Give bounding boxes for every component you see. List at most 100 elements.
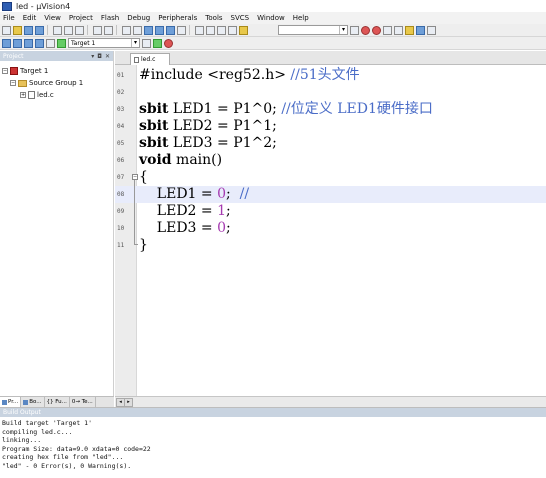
code-editor[interactable]: 01 #include <reg52.h> //51头文件 02 03 sbit… bbox=[115, 65, 546, 396]
tab-project[interactable]: Pr... bbox=[0, 397, 22, 407]
build-output-header: Build Output bbox=[0, 408, 546, 417]
tab-functions-label: {} Fu... bbox=[46, 399, 67, 405]
code-line-current[interactable]: 08 LED1 = 0; // bbox=[115, 186, 546, 203]
code-line[interactable]: 10 LED3 = 0; bbox=[115, 220, 546, 237]
breakpoint-icon[interactable] bbox=[372, 25, 381, 35]
keyword: void bbox=[139, 152, 172, 168]
copy-icon[interactable] bbox=[64, 25, 73, 35]
indent-icon[interactable] bbox=[195, 25, 204, 35]
code-line[interactable]: 09 LED2 = 1; bbox=[115, 203, 546, 220]
tree-item-target[interactable]: − Target 1 bbox=[2, 67, 48, 75]
batch-build-icon[interactable] bbox=[35, 38, 44, 48]
target-select[interactable]: Target 1 ▾ bbox=[68, 38, 140, 48]
select-packs-icon[interactable] bbox=[164, 38, 173, 48]
tree-item-group[interactable]: − Source Group 1 bbox=[10, 79, 83, 87]
comment-icon[interactable] bbox=[217, 25, 226, 35]
line-number: 10 bbox=[117, 225, 125, 232]
menu-svcs[interactable]: SVCS bbox=[231, 14, 250, 22]
disable-breakpoint-icon[interactable] bbox=[383, 25, 392, 35]
save-icon[interactable] bbox=[24, 25, 33, 35]
project-panel-title: Project bbox=[3, 52, 24, 60]
save-all-icon[interactable] bbox=[35, 25, 44, 35]
menu-debug[interactable]: Debug bbox=[127, 14, 150, 22]
undo-icon[interactable] bbox=[93, 25, 102, 35]
window-title: led - µVision4 bbox=[16, 1, 71, 11]
menu-window[interactable]: Window bbox=[257, 14, 285, 22]
incremental-find-icon[interactable] bbox=[350, 25, 359, 35]
debug-session-icon[interactable] bbox=[361, 25, 370, 35]
code-line[interactable]: 03 sbit LED1 = P1^0; //位定义 LED1硬件接口 bbox=[115, 101, 546, 118]
open-file-icon[interactable] bbox=[13, 25, 22, 35]
menu-flash[interactable]: Flash bbox=[101, 14, 119, 22]
tree-item-file[interactable]: + led.c bbox=[20, 91, 54, 99]
number-literal: 0 bbox=[217, 186, 227, 202]
horizontal-scrollbar[interactable]: ◂ ▸ bbox=[115, 396, 546, 407]
bookmark-icon[interactable] bbox=[144, 25, 153, 35]
collapse-icon[interactable]: − bbox=[10, 80, 16, 86]
code-text: LED3 = 0; bbox=[139, 220, 231, 236]
nav-forward-icon[interactable] bbox=[133, 25, 142, 35]
code-line[interactable]: 04 sbit LED2 = P1^1; bbox=[115, 118, 546, 135]
target-options-icon[interactable] bbox=[142, 38, 151, 48]
kill-breakpoints-icon[interactable] bbox=[394, 25, 403, 35]
code-text: } bbox=[139, 237, 148, 253]
stop-build-icon[interactable] bbox=[46, 38, 55, 48]
tree-target-label: Target 1 bbox=[20, 67, 49, 75]
pin-icon[interactable]: ▾ bbox=[91, 53, 94, 60]
find-in-files-icon[interactable] bbox=[239, 25, 248, 35]
project-panel-tabs: Pr... Bo... {} Fu... 0→ Te... bbox=[0, 396, 114, 407]
tab-templates[interactable]: 0→ Te... bbox=[70, 397, 96, 407]
toolbar-separator bbox=[47, 25, 48, 35]
code-line[interactable]: 05 sbit LED3 = P1^2; bbox=[115, 135, 546, 152]
tab-functions[interactable]: {} Fu... bbox=[45, 397, 70, 407]
translate-icon[interactable] bbox=[2, 38, 11, 48]
chevron-down-icon[interactable]: ▾ bbox=[339, 26, 347, 34]
menu-edit[interactable]: Edit bbox=[23, 14, 37, 22]
build-icon[interactable] bbox=[13, 38, 22, 48]
tab-books[interactable]: Bo... bbox=[21, 397, 45, 407]
menu-help[interactable]: Help bbox=[293, 14, 309, 22]
menu-file[interactable]: File bbox=[3, 14, 15, 22]
autohide-icon[interactable]: ◘ bbox=[97, 53, 102, 60]
tab-led-c[interactable]: led.c bbox=[130, 53, 170, 65]
manage-components-icon[interactable] bbox=[153, 38, 162, 48]
code-line[interactable]: 02 bbox=[115, 84, 546, 101]
window-layout-icon[interactable] bbox=[416, 25, 425, 35]
find-combo[interactable]: ▾ bbox=[278, 25, 348, 35]
code-line[interactable]: 07 − { bbox=[115, 169, 546, 186]
scroll-right-icon[interactable]: ▸ bbox=[124, 398, 133, 407]
chevron-down-icon[interactable]: ▾ bbox=[131, 39, 139, 47]
new-file-icon[interactable] bbox=[2, 25, 11, 35]
editor-tab-bar: led.c bbox=[115, 51, 546, 65]
code-line[interactable]: 06 void main() bbox=[115, 152, 546, 169]
configure-icon[interactable] bbox=[405, 25, 414, 35]
unindent-icon[interactable] bbox=[206, 25, 215, 35]
cut-icon[interactable] bbox=[53, 25, 62, 35]
rebuild-icon[interactable] bbox=[24, 38, 33, 48]
build-output-log[interactable]: Build target 'Target 1' compiling led.c.… bbox=[0, 417, 546, 470]
fold-collapse-icon[interactable]: − bbox=[132, 174, 138, 180]
menu-project[interactable]: Project bbox=[69, 14, 93, 22]
uncomment-icon[interactable] bbox=[228, 25, 237, 35]
build-log-line: compiling led.c... bbox=[2, 427, 73, 436]
tools-icon[interactable] bbox=[427, 25, 436, 35]
menu-peripherals[interactable]: Peripherals bbox=[158, 14, 197, 22]
menu-view[interactable]: View bbox=[44, 14, 61, 22]
bookmark-clear-icon[interactable] bbox=[177, 25, 186, 35]
menu-tools[interactable]: Tools bbox=[205, 14, 222, 22]
build-log-line: "led" - 0 Error(s), 0 Warning(s). bbox=[2, 461, 132, 470]
code-line[interactable]: 11 } bbox=[115, 237, 546, 254]
fold-guide bbox=[134, 180, 135, 244]
expand-icon[interactable]: + bbox=[20, 92, 26, 98]
bookmark-next-icon[interactable] bbox=[166, 25, 175, 35]
nav-back-icon[interactable] bbox=[122, 25, 131, 35]
tree-group-label: Source Group 1 bbox=[29, 79, 84, 87]
redo-icon[interactable] bbox=[104, 25, 113, 35]
number-literal: 0 bbox=[217, 220, 227, 236]
close-icon[interactable]: ✕ bbox=[105, 53, 110, 60]
code-line[interactable]: 01 #include <reg52.h> //51头文件 bbox=[115, 67, 546, 84]
collapse-icon[interactable]: − bbox=[2, 68, 8, 74]
bookmark-prev-icon[interactable] bbox=[155, 25, 164, 35]
paste-icon[interactable] bbox=[75, 25, 84, 35]
download-icon[interactable] bbox=[57, 38, 66, 48]
